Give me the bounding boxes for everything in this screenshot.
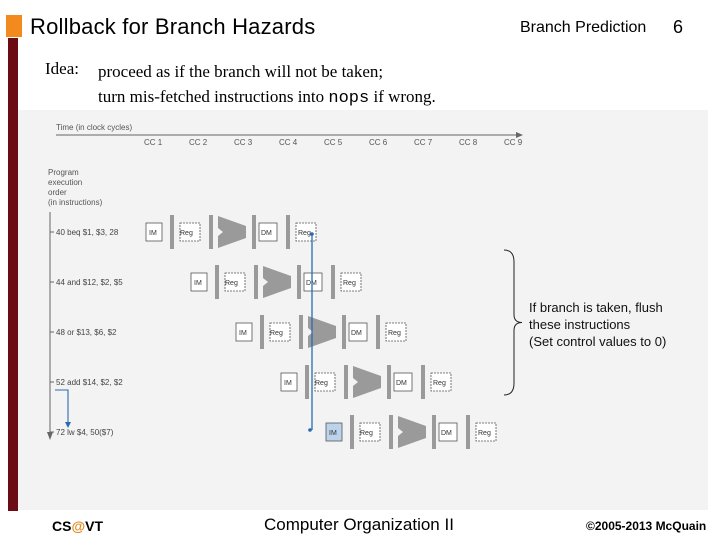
pipeline-register: [350, 415, 354, 449]
program-order-label: order: [48, 188, 67, 197]
clock-cycle-label: CC 8: [459, 138, 478, 147]
pipeline-register: [331, 265, 335, 299]
im-stage-label: IM: [284, 380, 292, 387]
annotation-line-1: If branch is taken, flush: [529, 300, 663, 315]
alu-stage: [263, 266, 291, 298]
reg-read-label: Reg: [360, 430, 373, 437]
reg-read-label: Reg: [315, 380, 328, 387]
reg-write-label: Reg: [298, 230, 311, 237]
reg-write-label: Reg: [478, 430, 491, 437]
pipeline-register: [387, 365, 391, 399]
reg-write-label: Reg: [388, 330, 401, 337]
pipeline-register: [254, 265, 258, 299]
reg-read-label: Reg: [180, 230, 193, 237]
dm-stage-label: DM: [351, 330, 362, 337]
alu-stage: [398, 416, 426, 448]
section-label: Branch Prediction: [520, 19, 647, 36]
jump-flow-arrow: [55, 389, 69, 424]
idea-line-2-after: if wrong.: [369, 87, 436, 106]
pipeline-register: [389, 415, 393, 449]
im-stage-label: IM: [329, 430, 337, 437]
reg-read-label: Reg: [270, 330, 283, 337]
clock-cycle-label: CC 3: [234, 138, 253, 147]
pipeline-register: [209, 215, 213, 249]
branch-arrow-target: [308, 428, 312, 432]
pipeline-register: [344, 365, 348, 399]
instruction-label: 48 or $13, $6, $2: [56, 328, 117, 337]
dm-stage-label: DM: [396, 380, 407, 387]
footer-copyright: ©2005-2013 McQuain: [586, 519, 707, 533]
footer-course: CS@VT: [52, 518, 103, 534]
footer-course-title: Computer Organization II: [264, 515, 454, 534]
instruction-row: 44 and $12, $2, $5IMRegDMReg: [50, 265, 362, 299]
page-number: 6: [673, 17, 684, 37]
instruction-row: 48 or $13, $6, $2 IM Reg DM Reg: [50, 315, 407, 349]
idea-line-1: proceed as if the branch will not be tak…: [98, 62, 384, 81]
pipeline-register: [297, 265, 301, 299]
instruction-label: 52 add $14, $2, $2: [56, 378, 123, 387]
pipeline-register: [421, 365, 425, 399]
idea-line-2: turn mis-fetched instructions into nops …: [98, 84, 436, 111]
pipeline-register: [170, 215, 174, 249]
nops-code: nops: [328, 89, 370, 108]
clock-cycle-label: CC 7: [414, 138, 433, 147]
pipeline-register: [342, 315, 346, 349]
reg-read-label: Reg: [225, 280, 238, 287]
pipeline-register: [432, 415, 436, 449]
clock-cycle-label: CC 4: [279, 138, 298, 147]
program-order-label: (in instructions): [48, 198, 103, 207]
pipeline-register: [286, 215, 290, 249]
reg-write-label: Reg: [433, 380, 446, 387]
instruction-label: 40 beq $1, $3, 28: [56, 228, 119, 237]
annotation-line-2: these instructions: [529, 317, 631, 332]
clock-cycle-label: CC 1: [144, 138, 163, 147]
pipeline-register: [466, 415, 470, 449]
flush-brace: [503, 249, 523, 396]
dm-stage-label: DM: [441, 430, 452, 437]
instruction-row: 40 beq $1, $3, 28 IM Reg DM Reg: [50, 215, 317, 249]
idea-line-2-before: turn mis-fetched instructions into: [98, 87, 329, 106]
footer-course-at: @: [71, 518, 86, 534]
pipeline-register: [215, 265, 219, 299]
flush-annotation: If branch is taken, flush these instruct…: [529, 299, 666, 350]
branch-arrow-origin: [310, 232, 314, 236]
clock-cycle-label: CC 2: [189, 138, 208, 147]
pipeline-register: [260, 315, 264, 349]
annotation-line-3: (Set control values to 0): [529, 334, 667, 349]
idea-text: proceed as if the branch will not be tak…: [98, 59, 436, 111]
im-stage-label: IM: [239, 330, 247, 337]
instruction-label: 72 lw $4, 50($7): [56, 428, 114, 437]
left-accent-bar: [8, 38, 18, 511]
pipeline-register: [299, 315, 303, 349]
reg-write-label: Reg: [343, 280, 356, 287]
alu-stage: [218, 216, 246, 248]
pipeline-register: [376, 315, 380, 349]
dm-stage-label: DM: [261, 230, 272, 237]
slide-title: Rollback for Branch Hazards: [30, 14, 316, 39]
footer-course-prefix: CS: [52, 518, 72, 534]
footer-course-suffix: VT: [85, 518, 103, 534]
title-accent-square: [6, 15, 22, 37]
instruction-row: 52 add $14, $2, $2 IM Reg DM Reg: [50, 365, 452, 399]
im-stage-label: IM: [194, 280, 202, 287]
program-order-label: Program: [48, 168, 79, 177]
instruction-label: 44 and $12, $2, $5: [56, 278, 123, 287]
alu-stage: [353, 366, 381, 398]
program-order-arrowhead: [47, 432, 53, 440]
clock-cycle-label: CC 5: [324, 138, 343, 147]
clock-cycle-label: CC 6: [369, 138, 388, 147]
clock-cycle-label: CC 9: [504, 138, 523, 147]
im-stage-label: IM: [149, 230, 157, 237]
instruction-row: 72 lw $4, 50($7) IM Reg DM Reg: [50, 415, 497, 449]
pipeline-register: [305, 365, 309, 399]
idea-label: Idea:: [45, 59, 79, 78]
program-order-label: execution: [48, 178, 82, 187]
pipeline-register: [252, 215, 256, 249]
time-axis-label: Time (in clock cycles): [56, 123, 132, 132]
